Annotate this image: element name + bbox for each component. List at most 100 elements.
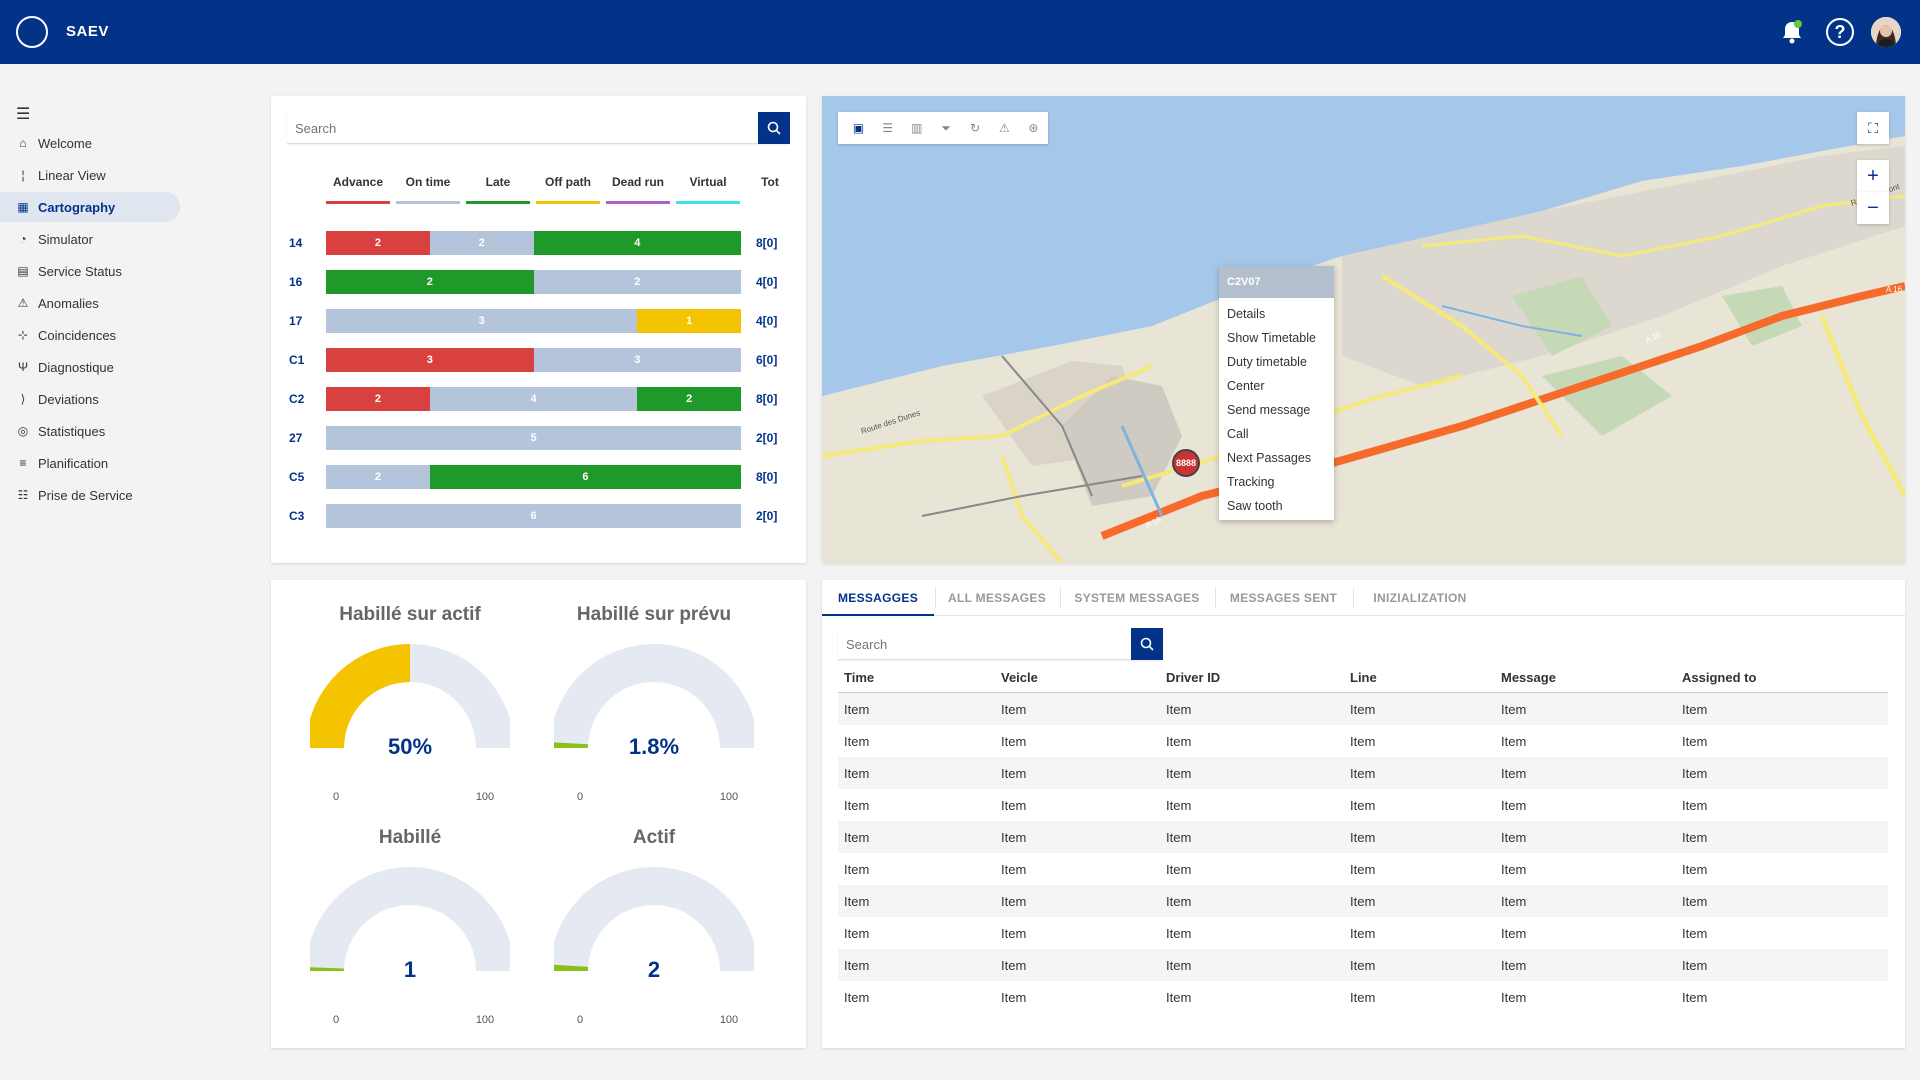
avatar-icon[interactable] bbox=[1871, 17, 1901, 47]
table-row[interactable]: Item Item Item Item Item Item bbox=[838, 757, 1888, 789]
line-total: 2[0] bbox=[756, 509, 778, 523]
tab-system-messages[interactable]: SYSTEM MESSAGES bbox=[1060, 580, 1214, 616]
columns-icon[interactable]: ▥ bbox=[902, 112, 931, 144]
gauge-title: Habillé bbox=[378, 827, 442, 848]
line-number[interactable]: C2 bbox=[289, 392, 319, 406]
column-header[interactable]: Time bbox=[844, 670, 874, 685]
linear-view-icon: ¦ bbox=[21, 168, 25, 182]
fullscreen-icon[interactable]: ⛶ bbox=[1857, 112, 1889, 144]
line-search-input[interactable] bbox=[287, 112, 757, 144]
map-canvas[interactable]: Route des Dunes A 16 A 16 Route de Pont … bbox=[822, 96, 1905, 563]
bar-segment-late: 2 bbox=[326, 270, 534, 294]
column-header[interactable]: Assigned to bbox=[1682, 670, 1756, 685]
refresh-icon[interactable]: ↻ bbox=[961, 112, 990, 144]
line-status-bar[interactable]: 22 bbox=[326, 270, 741, 294]
table-row[interactable]: Item Item Item Item Item Item bbox=[838, 821, 1888, 853]
table-cell: Item bbox=[1166, 702, 1192, 717]
line-status-bar[interactable]: 224 bbox=[326, 231, 741, 255]
context-menu-item-tracking[interactable]: Tracking bbox=[1219, 470, 1334, 494]
column-header[interactable]: Message bbox=[1501, 670, 1556, 685]
line-status-bar[interactable]: 242 bbox=[326, 387, 741, 411]
tab-all-messages[interactable]: ALL MESSAGES bbox=[935, 580, 1059, 616]
table-row[interactable]: Item Item Item Item Item Item bbox=[838, 917, 1888, 949]
messages-search-input[interactable] bbox=[838, 628, 1130, 660]
legend-virtual: Virtual bbox=[689, 175, 727, 189]
sidebar-item-cartography[interactable]: ▦ Cartography bbox=[0, 192, 180, 222]
bell-icon[interactable] bbox=[1778, 18, 1806, 46]
table-row[interactable]: Item Item Item Item Item Item bbox=[838, 725, 1888, 757]
tab-messages-sent[interactable]: MESSAGES SENT bbox=[1215, 580, 1352, 616]
line-number[interactable]: 16 bbox=[289, 275, 319, 289]
line-number[interactable]: C3 bbox=[289, 509, 319, 523]
table-cell: Item bbox=[1350, 894, 1376, 909]
sidebar-item-prise-de-service[interactable]: ☷ Prise de Service bbox=[0, 480, 180, 510]
coincidence-icon: ⊹ bbox=[17, 328, 29, 342]
context-menu-item-duty-timetable[interactable]: Duty timetable bbox=[1219, 350, 1334, 374]
line-status-bar[interactable]: 5 bbox=[326, 426, 741, 450]
table-row[interactable]: Item Item Item Item Item Item bbox=[838, 885, 1888, 917]
line-number[interactable]: C5 bbox=[289, 470, 319, 484]
column-header[interactable]: Line bbox=[1350, 670, 1377, 685]
planning-icon: ≡ bbox=[19, 456, 27, 470]
context-menu-item-center[interactable]: Center bbox=[1219, 374, 1334, 398]
bus-icon[interactable]: ▣ bbox=[844, 112, 873, 144]
table-cell: Item bbox=[1166, 798, 1192, 813]
sidebar-item-coincidences[interactable]: ⊹ Coincidences bbox=[0, 320, 180, 350]
line-number[interactable]: 14 bbox=[289, 236, 319, 250]
table-row[interactable]: Item Item Item Item Item Item bbox=[838, 789, 1888, 821]
warning-icon[interactable]: ⚠ bbox=[990, 112, 1019, 144]
map-panel[interactable]: Route des Dunes A 16 A 16 Route de Pont … bbox=[822, 96, 1905, 563]
context-menu-item-call[interactable]: Call bbox=[1219, 422, 1334, 446]
table-row[interactable]: Item Item Item Item Item Item bbox=[838, 949, 1888, 981]
search-button[interactable] bbox=[758, 112, 790, 144]
context-menu-item-details[interactable]: Details bbox=[1219, 302, 1334, 326]
context-menu-item-next-passages[interactable]: Next Passages bbox=[1219, 446, 1334, 470]
sidebar-item-deviations[interactable]: ⟩ Deviations bbox=[0, 384, 180, 414]
sidebar-item-simulator[interactable]: ◔ Simulator bbox=[0, 224, 180, 254]
tab-messagges[interactable]: MESSAGGES bbox=[822, 580, 934, 616]
line-total: 8[0] bbox=[756, 470, 778, 484]
sidebar-item-diagnostique[interactable]: Ψ Diagnostique bbox=[0, 352, 180, 382]
tab-divider bbox=[935, 588, 936, 608]
bar-segment-advance: 2 bbox=[326, 387, 430, 411]
help-icon[interactable]: ? bbox=[1826, 18, 1854, 46]
table-cell: Item bbox=[1166, 926, 1192, 941]
table-cell: Item bbox=[1001, 798, 1027, 813]
zoom-in-button[interactable]: + bbox=[1857, 160, 1889, 192]
settings-icon[interactable]: ⊛ bbox=[1019, 112, 1048, 144]
line-number[interactable]: 17 bbox=[289, 314, 319, 328]
zoom-out-button[interactable]: − bbox=[1857, 192, 1889, 224]
column-header[interactable]: Veicle bbox=[1001, 670, 1038, 685]
sidebar-item-planification[interactable]: ≡ Planification bbox=[0, 448, 180, 478]
line-status-bar[interactable]: 26 bbox=[326, 465, 741, 489]
filter-icon[interactable]: ⏷ bbox=[931, 112, 960, 144]
table-row[interactable]: Item Item Item Item Item Item bbox=[838, 693, 1888, 725]
context-menu-item-saw-tooth[interactable]: Saw tooth bbox=[1219, 494, 1334, 518]
context-menu-item-send-message[interactable]: Send message bbox=[1219, 398, 1334, 422]
table-cell: Item bbox=[1001, 894, 1027, 909]
table-row[interactable]: Item Item Item Item Item Item bbox=[838, 853, 1888, 885]
hamburger-icon[interactable]: ☰ bbox=[16, 104, 30, 124]
gauge-max: 100 bbox=[719, 1014, 739, 1026]
line-status-bar[interactable]: 33 bbox=[326, 348, 741, 372]
column-header[interactable]: Driver ID bbox=[1166, 670, 1220, 685]
sidebar-item-service-status[interactable]: ▤ Service Status bbox=[0, 256, 180, 286]
search-button[interactable] bbox=[1131, 628, 1163, 660]
table-cell: Item bbox=[844, 830, 870, 845]
sidebar-item-anomalies[interactable]: ⚠ Anomalies bbox=[0, 288, 180, 318]
sidebar-item-statistiques[interactable]: ◎ Statistiques bbox=[0, 416, 180, 446]
list-icon[interactable]: ☰ bbox=[873, 112, 902, 144]
table-cell: Item bbox=[1001, 958, 1027, 973]
vehicle-marker[interactable]: 8888 bbox=[1172, 449, 1200, 477]
context-menu-item-show-timetable[interactable]: Show Timetable bbox=[1219, 326, 1334, 350]
statistics-icon: ◎ bbox=[17, 424, 29, 438]
tab-inizialization[interactable]: INIZIALIZATION bbox=[1353, 580, 1487, 616]
line-number[interactable]: 27 bbox=[289, 431, 319, 445]
table-row[interactable]: Item Item Item Item Item Item bbox=[838, 981, 1888, 1013]
sidebar-item-welcome[interactable]: ⌂ Welcome bbox=[0, 128, 180, 158]
line-status-bar[interactable]: 31 bbox=[326, 309, 741, 333]
home-icon: ⌂ bbox=[19, 136, 27, 150]
sidebar-item-linear-view[interactable]: ¦ Linear View bbox=[0, 160, 180, 190]
line-status-bar[interactable]: 6 bbox=[326, 504, 741, 528]
line-number[interactable]: C1 bbox=[289, 353, 319, 367]
